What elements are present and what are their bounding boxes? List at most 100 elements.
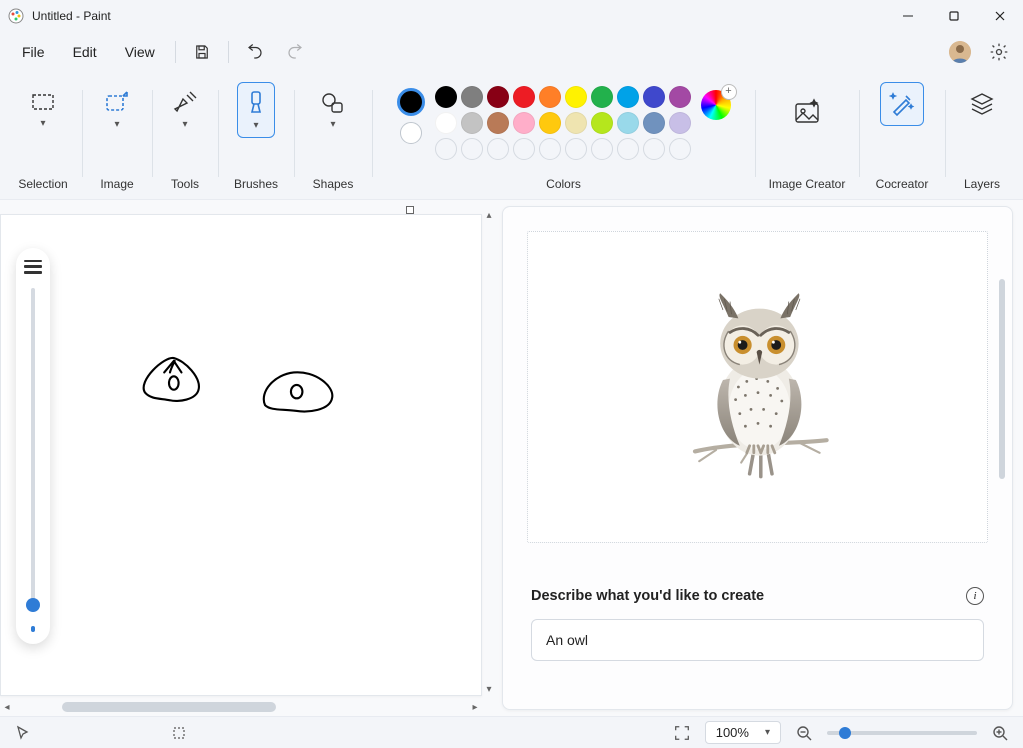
group-label-image: Image [100, 177, 133, 195]
color-swatch[interactable] [461, 86, 483, 108]
scroll-down-icon[interactable]: ▾ [482, 682, 496, 696]
color-swatch[interactable] [565, 112, 587, 134]
color-swatch[interactable] [565, 86, 587, 108]
undo-button[interactable] [235, 35, 275, 69]
zoom-out-button[interactable] [791, 720, 817, 746]
redo-button[interactable] [275, 35, 315, 69]
shapes-button[interactable]: ▾ [308, 82, 358, 138]
image-tool[interactable]: ▾ [92, 82, 142, 138]
scroll-left-icon[interactable]: ◂ [0, 700, 14, 714]
layers-button[interactable] [960, 82, 1004, 126]
custom-color-slot[interactable] [513, 138, 535, 160]
zoom-slider-knob[interactable] [839, 727, 851, 739]
brush-size-slider[interactable] [31, 288, 35, 612]
fit-to-window-button[interactable] [669, 720, 695, 746]
drawing-canvas[interactable] [0, 214, 482, 696]
chevron-down-icon: ▾ [182, 119, 187, 130]
edit-colors-button[interactable] [701, 90, 731, 120]
info-icon[interactable]: i [966, 587, 984, 605]
custom-color-slot[interactable] [539, 138, 561, 160]
tools-button[interactable]: ▾ [160, 82, 210, 138]
separator [175, 41, 176, 63]
panel-scrollbar[interactable] [998, 269, 1006, 685]
group-label-cocreator: Cocreator [876, 177, 929, 195]
color-palette [435, 86, 691, 160]
chevron-down-icon: ▾ [253, 120, 258, 131]
settings-button[interactable] [983, 36, 1015, 68]
custom-color-slot[interactable] [669, 138, 691, 160]
minimize-button[interactable] [885, 0, 931, 32]
group-label-colors: Colors [546, 177, 581, 195]
app-icon [8, 8, 24, 24]
menu-edit[interactable]: Edit [59, 38, 111, 66]
color-swatch[interactable] [487, 86, 509, 108]
selection-size-icon [166, 720, 192, 746]
custom-color-slot[interactable] [487, 138, 509, 160]
selection-tool[interactable]: ▾ [18, 82, 68, 138]
group-label-tools: Tools [171, 177, 199, 195]
close-button[interactable] [977, 0, 1023, 32]
color-swatch[interactable] [591, 112, 613, 134]
canvas-resize-handle[interactable] [406, 206, 414, 214]
zoom-in-button[interactable] [987, 720, 1013, 746]
color-swatch[interactable] [539, 86, 561, 108]
group-label-brushes: Brushes [234, 177, 278, 195]
group-label-selection: Selection [18, 177, 67, 195]
chevron-down-icon: ▾ [114, 119, 119, 130]
color-swatch[interactable] [487, 112, 509, 134]
color-swatch[interactable] [643, 86, 665, 108]
scroll-right-icon[interactable]: ▸ [468, 700, 482, 714]
color-swatch[interactable] [461, 112, 483, 134]
chevron-down-icon: ▾ [330, 119, 335, 130]
scrollbar-thumb[interactable] [999, 279, 1005, 479]
group-label-image-creator: Image Creator [769, 177, 846, 195]
color-swatch[interactable] [539, 112, 561, 134]
cocreator-panel: Describe what you'd like to create i An … [502, 206, 1013, 710]
menu-file[interactable]: File [8, 38, 59, 66]
color-swatch[interactable] [617, 86, 639, 108]
color-swatch[interactable] [435, 86, 457, 108]
scrollbar-thumb[interactable] [62, 702, 276, 712]
maximize-button[interactable] [931, 0, 977, 32]
group-label-layers: Layers [964, 177, 1000, 195]
slider-knob[interactable] [26, 598, 40, 612]
color-swatch[interactable] [669, 86, 691, 108]
color-swatch[interactable] [435, 112, 457, 134]
menu-view[interactable]: View [111, 38, 169, 66]
cocreator-describe-label: Describe what you'd like to create [531, 588, 764, 604]
custom-color-slot[interactable] [461, 138, 483, 160]
brush-size-panel[interactable] [16, 248, 50, 644]
owl-image [653, 247, 863, 527]
color-swatch[interactable] [669, 112, 691, 134]
zoom-slider[interactable] [827, 731, 977, 735]
color-swatch[interactable] [591, 86, 613, 108]
color-swatch[interactable] [643, 112, 665, 134]
custom-color-slot[interactable] [565, 138, 587, 160]
user-avatar[interactable] [949, 41, 971, 63]
vertical-scrollbar[interactable]: ▴ ▾ [482, 208, 496, 696]
color-swatch[interactable] [513, 86, 535, 108]
scroll-up-icon[interactable]: ▴ [482, 208, 496, 222]
custom-color-slot[interactable] [591, 138, 613, 160]
color-swatch[interactable] [617, 112, 639, 134]
chevron-down-icon: ▾ [40, 118, 45, 129]
cocreator-preview[interactable] [527, 231, 988, 543]
primary-color[interactable] [397, 88, 425, 116]
separator [228, 41, 229, 63]
cocreator-prompt-input[interactable]: An owl [531, 619, 984, 661]
brush-size-icon [24, 260, 42, 274]
color-swatch[interactable] [513, 112, 535, 134]
cocreator-button[interactable] [880, 82, 924, 126]
save-button[interactable] [182, 35, 222, 69]
image-creator-button[interactable] [777, 82, 837, 142]
custom-color-slot[interactable] [435, 138, 457, 160]
custom-color-slot[interactable] [617, 138, 639, 160]
horizontal-scrollbar[interactable]: ◂ ▸ [0, 700, 482, 714]
cursor-position-icon [10, 720, 36, 746]
brushes-button[interactable]: ▾ [237, 82, 275, 138]
custom-color-slot[interactable] [643, 138, 665, 160]
chevron-down-icon: ▾ [765, 727, 770, 738]
slider-tick [31, 626, 35, 632]
secondary-color[interactable] [400, 122, 422, 144]
zoom-dropdown[interactable]: 100% ▾ [705, 721, 781, 744]
